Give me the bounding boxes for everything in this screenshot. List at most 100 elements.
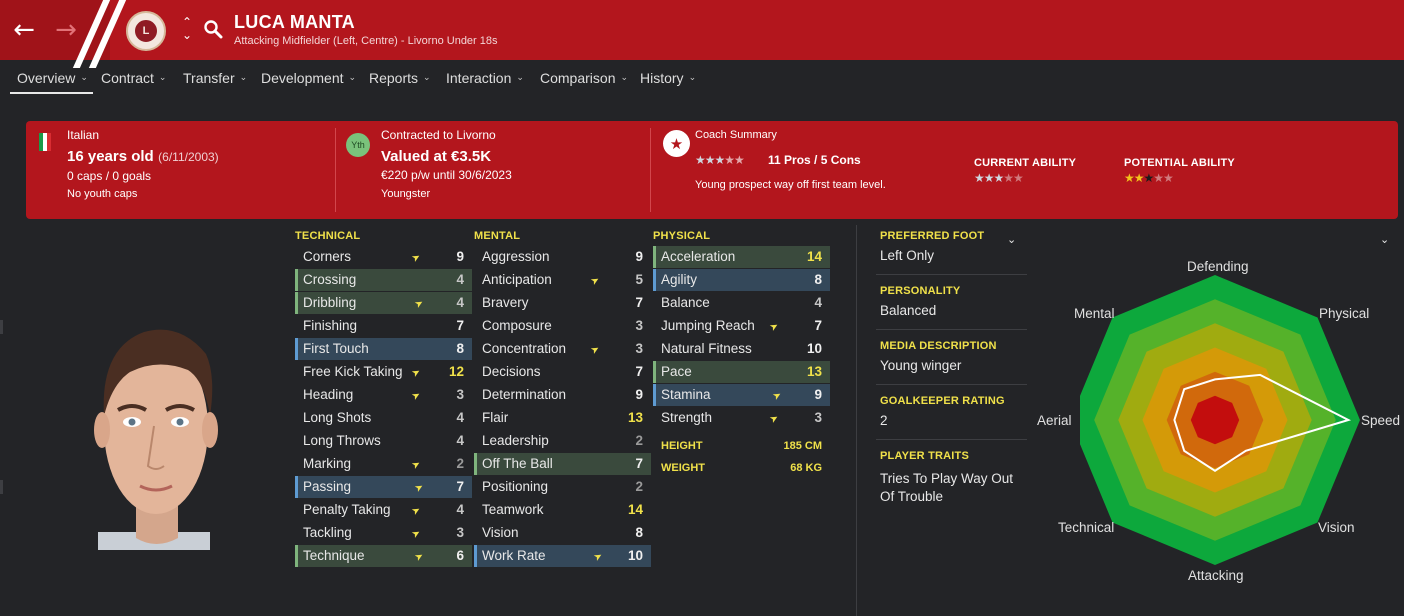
- pros-cons[interactable]: 11 Pros / 5 Cons: [768, 153, 861, 167]
- attribute-row-jumping-reach[interactable]: Jumping Reach ➤ 7: [653, 315, 830, 337]
- attribute-row-penalty-taking[interactable]: Penalty Taking ➤ 4: [295, 499, 472, 521]
- tab-contract[interactable]: Contract ⌄: [101, 60, 166, 96]
- chevron-down-icon[interactable]: ⌄: [1007, 233, 1016, 246]
- edge-marker: [0, 320, 3, 334]
- attribute-value: 4: [456, 272, 464, 287]
- preferred-foot-value: Left Only: [880, 248, 935, 263]
- attribute-row-first-touch[interactable]: First Touch 8: [295, 338, 472, 360]
- attribute-name: Strength: [661, 410, 713, 425]
- attribute-row-natural-fitness[interactable]: Natural Fitness 10: [653, 338, 830, 360]
- attribute-value: 7: [635, 364, 643, 379]
- attribute-value: 13: [806, 364, 822, 379]
- current-ability-label: CURRENT ABILITY: [974, 157, 1077, 169]
- radar-label-technical: Technical: [1058, 520, 1115, 535]
- up-down-arrows-icon[interactable]: ⌃ ⌄: [180, 16, 194, 44]
- radar-label-speed: Speed: [1361, 413, 1401, 428]
- attribute-row-composure[interactable]: Composure 3: [474, 315, 651, 337]
- attribute-row-marking[interactable]: Marking ➤ 2: [295, 453, 472, 475]
- back-arrow-icon[interactable]: ←: [10, 15, 38, 45]
- attribute-row-long-shots[interactable]: Long Shots 4: [295, 407, 472, 429]
- contracted-to[interactable]: Contracted to Livorno: [381, 128, 496, 142]
- attribute-row-pace[interactable]: Pace 13: [653, 361, 830, 383]
- attribute-value: 7: [814, 318, 822, 333]
- tab-history[interactable]: History ⌄: [640, 60, 696, 96]
- attribute-row-stamina[interactable]: Stamina ➤ 9: [653, 384, 830, 406]
- attribute-value: 12: [448, 364, 464, 379]
- attribute-row-tackling[interactable]: Tackling ➤ 3: [295, 522, 472, 544]
- attribute-value: 3: [635, 341, 643, 356]
- attribute-row-positioning[interactable]: Positioning 2: [474, 476, 651, 498]
- technical-title: TECHNICAL: [295, 230, 361, 242]
- attribute-name: Free Kick Taking: [303, 364, 403, 379]
- forward-arrow-icon[interactable]: →: [52, 15, 80, 45]
- tab-interaction[interactable]: Interaction ⌄: [446, 60, 524, 96]
- attribute-row-vision[interactable]: Vision 8: [474, 522, 651, 544]
- attribute-row-flair[interactable]: Flair 13: [474, 407, 651, 429]
- attribute-value: 9: [814, 387, 822, 402]
- banner-divider: [650, 128, 651, 212]
- attribute-row-heading[interactable]: Heading ➤ 3: [295, 384, 472, 406]
- attribute-row-acceleration[interactable]: Acceleration 14: [653, 246, 830, 268]
- physical-title: PHYSICAL: [653, 230, 711, 242]
- profile-separator: [876, 329, 1027, 330]
- attribute-value: 8: [635, 525, 643, 540]
- attribute-row-long-throws[interactable]: Long Throws 4: [295, 430, 472, 452]
- chevron-down-icon[interactable]: ⌄: [1380, 233, 1389, 246]
- attribute-row-passing[interactable]: Passing ➤ 7: [295, 476, 472, 498]
- training-focus-icon: ➤: [409, 458, 423, 473]
- attribute-row-agility[interactable]: Agility 8: [653, 269, 830, 291]
- tab-development[interactable]: Development ⌄: [261, 60, 356, 96]
- attribute-name: Aggression: [482, 249, 550, 264]
- attribute-name: Long Throws: [303, 433, 381, 448]
- attribute-name: Teamwork: [482, 502, 544, 517]
- banner-divider: [335, 128, 336, 212]
- height-value: 185 CM: [783, 440, 822, 452]
- attribute-value: 7: [635, 456, 643, 471]
- attribute-name: Determination: [482, 387, 567, 402]
- attribute-row-off-the-ball[interactable]: Off The Ball 7: [474, 453, 651, 475]
- attribute-name: Stamina: [661, 387, 711, 402]
- attribute-row-anticipation[interactable]: Anticipation ➤ 5: [474, 269, 651, 291]
- attribute-row-work-rate[interactable]: Work Rate ➤ 10: [474, 545, 651, 567]
- current-ability-stars: ★★★★★: [974, 171, 1024, 185]
- attribute-row-balance[interactable]: Balance 4: [653, 292, 830, 314]
- attribute-row-technique[interactable]: Technique ➤ 6: [295, 545, 472, 567]
- attribute-row-concentration[interactable]: Concentration ➤ 3: [474, 338, 651, 360]
- attribute-row-teamwork[interactable]: Teamwork 14: [474, 499, 651, 521]
- attribute-name: Vision: [482, 525, 519, 540]
- attribute-name: Penalty Taking: [303, 502, 391, 517]
- attribute-name: Long Shots: [303, 410, 372, 425]
- attribute-name: Agility: [661, 272, 698, 287]
- attribute-name: Passing: [303, 479, 352, 494]
- player-traits-value[interactable]: Tries To Play Way Out Of Trouble: [880, 470, 1030, 506]
- attribute-row-finishing[interactable]: Finishing 7: [295, 315, 472, 337]
- attribute-row-free-kick-taking[interactable]: Free Kick Taking ➤ 12: [295, 361, 472, 383]
- attribute-value: 2: [635, 479, 643, 494]
- search-icon[interactable]: [203, 19, 223, 39]
- attribute-row-aggression[interactable]: Aggression 9: [474, 246, 651, 268]
- attribute-row-dribbling[interactable]: Dribbling ➤ 4: [295, 292, 472, 314]
- radar-label-aerial: Aerial: [1037, 413, 1072, 428]
- age-line: 16 years old (6/11/2003): [67, 148, 219, 166]
- tab-overview[interactable]: Overview ⌄: [17, 60, 88, 96]
- attribute-row-determination[interactable]: Determination 9: [474, 384, 651, 406]
- chevron-down-icon: ⌄: [348, 73, 357, 83]
- attribute-row-leadership[interactable]: Leadership 2: [474, 430, 651, 452]
- attribute-value: 3: [456, 387, 464, 402]
- attribute-name: Pace: [661, 364, 692, 379]
- chevron-down-icon: ⌄: [516, 73, 524, 83]
- tab-comparison[interactable]: Comparison ⌄: [540, 60, 628, 96]
- tab-reports[interactable]: Reports ⌄: [369, 60, 431, 96]
- club-badge-icon[interactable]: L: [126, 11, 166, 51]
- attribute-value: 4: [814, 295, 822, 310]
- attribute-row-bravery[interactable]: Bravery 7: [474, 292, 651, 314]
- attribute-name: Off The Ball: [482, 456, 553, 471]
- tab-transfer[interactable]: Transfer ⌄: [183, 60, 247, 96]
- attribute-value: 7: [635, 295, 643, 310]
- attribute-row-strength[interactable]: Strength ➤ 3: [653, 407, 830, 429]
- attribute-row-crossing[interactable]: Crossing 4: [295, 269, 472, 291]
- attribute-row-decisions[interactable]: Decisions 7: [474, 361, 651, 383]
- profile-separator: [876, 439, 1027, 440]
- attribute-row-corners[interactable]: Corners ➤ 9: [295, 246, 472, 268]
- training-focus-icon: ➤: [767, 412, 781, 427]
